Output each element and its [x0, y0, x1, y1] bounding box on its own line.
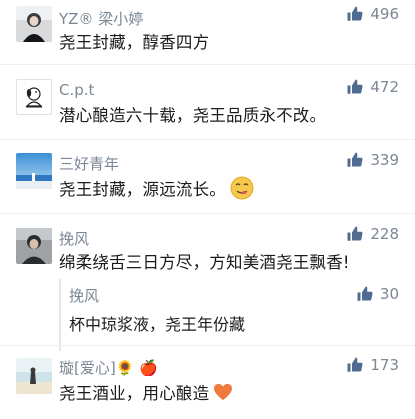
comment-username[interactable]: 三好青年 [59, 153, 119, 174]
comment-text: 尧王封藏，源远流长。 [59, 176, 254, 200]
like-button[interactable]: 496 [346, 5, 399, 23]
comment-username[interactable]: 挽风 [59, 228, 89, 249]
comment-text: 潜心酿造六十载，尧王品质永不改。 [59, 106, 327, 125]
like-button[interactable]: 228 [346, 225, 399, 243]
comment-text-content: 尧王酒业，用心酿造 [59, 384, 210, 403]
divider [0, 345, 415, 346]
like-count: 228 [370, 225, 399, 243]
comment-text: 尧王封藏，醇香四方 [59, 33, 210, 52]
comment-text-content: 尧王封藏，源远流长。 [59, 180, 226, 199]
avatar[interactable] [16, 228, 52, 264]
thumbs-up-icon [357, 286, 373, 301]
reply-like-button[interactable]: 30 [356, 285, 399, 303]
yum-face-emoji-icon [230, 176, 254, 200]
avatar[interactable] [16, 358, 52, 394]
like-count: 30 [379, 285, 399, 303]
like-button[interactable]: 339 [346, 151, 399, 169]
thumbs-up-icon [347, 6, 363, 21]
avatar[interactable] [16, 79, 52, 115]
reply-thread: 挽风 杯中琼浆液，尧王年份藏 30 [59, 279, 399, 351]
comment-username[interactable]: C.p.t [59, 81, 94, 99]
avatar[interactable] [16, 6, 52, 42]
reply-username[interactable]: 挽风 [69, 285, 99, 306]
comment-text: 绵柔绕舌三日方尽，方知美酒尧王飘香! [59, 253, 350, 272]
like-button[interactable]: 472 [346, 78, 399, 96]
comment-username[interactable]: YZ® 梁小婷 [59, 8, 143, 29]
like-button[interactable]: 173 [346, 356, 399, 374]
thumbs-up-icon [347, 79, 363, 94]
reply-text: 杯中琼浆液，尧王年份藏 [69, 315, 246, 334]
like-count: 472 [370, 78, 399, 96]
divider [0, 64, 415, 65]
divider [0, 139, 415, 140]
like-count: 496 [370, 5, 399, 23]
heart-emoji-icon [214, 383, 233, 401]
like-count: 173 [370, 356, 399, 374]
thumbs-up-icon [347, 226, 363, 241]
divider [0, 213, 415, 214]
thumbs-up-icon [347, 357, 363, 372]
comment-username[interactable]: 璇[爱心]🌻 🍎 [59, 357, 158, 378]
avatar[interactable] [16, 153, 52, 189]
comment-text: 尧王酒业，用心酿造 [59, 380, 233, 404]
thumbs-up-icon [347, 152, 363, 167]
like-count: 339 [370, 151, 399, 169]
